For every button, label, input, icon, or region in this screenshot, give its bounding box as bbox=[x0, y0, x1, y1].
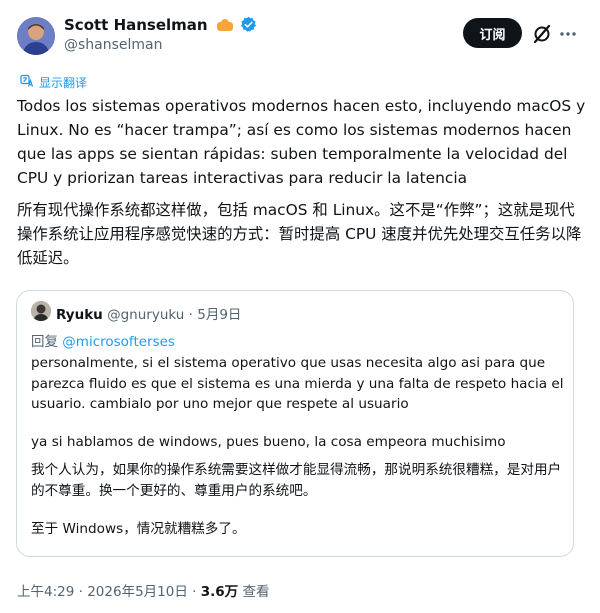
quoted-author-name: Ryuku bbox=[56, 307, 103, 323]
tweet-text-translated: 所有现代操作系统都这样做，包括 macOS 和 Linux。这不是“作弊”；这就… bbox=[17, 201, 582, 267]
meta-separator: · bbox=[78, 584, 83, 600]
author-handle[interactable]: @shanselman bbox=[64, 37, 163, 53]
meta-separator: · bbox=[192, 584, 197, 600]
grok-icon[interactable] bbox=[531, 23, 553, 45]
reply-prefix: 回复 bbox=[31, 334, 58, 350]
quoted-reply-line: 回复 @microsofterses bbox=[31, 330, 175, 350]
org-badge-icon bbox=[216, 18, 234, 36]
tweet-text-original: Todos los sistemas operativos modernos h… bbox=[17, 97, 586, 187]
quoted-date: 5月9日 bbox=[197, 307, 242, 323]
author-avatar[interactable] bbox=[17, 17, 55, 55]
views-count: 3.6万 bbox=[200, 584, 239, 600]
more-icon[interactable] bbox=[556, 22, 580, 46]
tweet-time[interactable]: 上午4:29 bbox=[17, 584, 74, 600]
show-translation-link[interactable]: 显示翻译 bbox=[20, 74, 87, 91]
quoted-text-es-2: ya si hablamos de windows, pues bueno, l… bbox=[31, 434, 506, 450]
quoted-text-zh-1: 我个人认为，如果你的操作系统需要这样做才能显得流畅，那说明系统很糟糕，是对用户的… bbox=[31, 462, 562, 499]
quoted-tweet-header: Ryuku @gnuryuku · 5月9日 bbox=[56, 303, 241, 323]
tweet-date[interactable]: 2026年5月10日 bbox=[87, 584, 188, 600]
quoted-author-handle: @gnuryuku bbox=[107, 307, 185, 323]
subscribe-button[interactable]: 订阅 bbox=[463, 18, 522, 48]
show-translation-label[interactable]: 显示翻译 bbox=[39, 74, 87, 91]
verified-badge-icon bbox=[240, 16, 257, 37]
author-name-row[interactable]: Scott Hanselman bbox=[64, 16, 257, 37]
quoted-separator: · bbox=[188, 307, 193, 323]
reply-to-link[interactable]: @microsofterses bbox=[62, 334, 175, 350]
views-label: 查看 bbox=[242, 584, 270, 600]
translate-icon bbox=[20, 74, 34, 91]
quoted-text-zh-2: 至于 Windows，情况就糟糕多了。 bbox=[31, 521, 246, 537]
quoted-text-es-1: personalmente, si el sistema operativo q… bbox=[31, 355, 564, 412]
quoted-author-avatar bbox=[31, 301, 51, 321]
author-name[interactable]: Scott Hanselman bbox=[64, 16, 208, 34]
tweet-meta: 上午4:29 · 2026年5月10日 · 3.6万 查看 bbox=[17, 580, 269, 600]
